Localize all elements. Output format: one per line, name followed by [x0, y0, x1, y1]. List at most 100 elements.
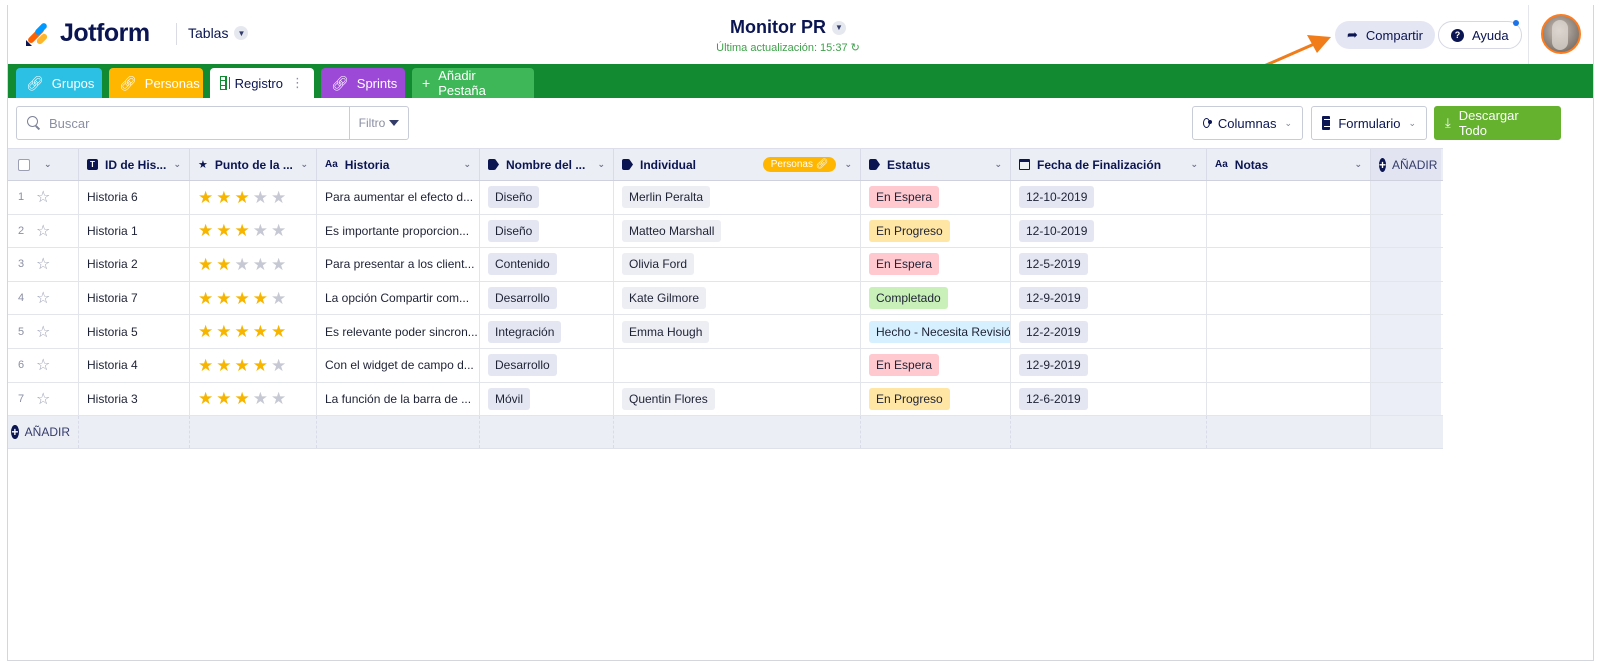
rating-star-icon[interactable]: ★ [198, 256, 213, 273]
search-input[interactable] [49, 115, 339, 131]
table-row[interactable]: 1 ☆ Historia 6 ★ ★ ★ ★ ★ Para aumentar el efecto… [8, 181, 1443, 215]
rating-star-icon[interactable]: ★ [235, 323, 250, 340]
rating-star-icon[interactable]: ★ [253, 390, 268, 407]
nombre-cell[interactable]: Desarrollo [480, 348, 614, 382]
table-row[interactable]: 6 ☆ Historia 4 ★ ★ ★ ★ ★ Con el widget de campo … [8, 348, 1443, 383]
historia-cell[interactable]: Es importante proporcion... [317, 214, 480, 248]
download-all-button[interactable]: ⤓ Descargar Todo [1434, 106, 1561, 140]
nombre-cell[interactable]: Diseño [480, 181, 614, 214]
rating-star-icon[interactable]: ★ [198, 357, 213, 374]
notas-cell[interactable] [1207, 181, 1371, 214]
rating-star-icon[interactable]: ★ [253, 256, 268, 273]
chevron-down-icon[interactable]: ⌄ [300, 159, 308, 170]
notas-cell[interactable] [1207, 382, 1371, 416]
column-header-fecha[interactable]: Fecha de Finalización ⌄ [1011, 149, 1207, 180]
rating-star-icon[interactable]: ★ [253, 290, 268, 307]
table-row[interactable]: 5 ☆ Historia 5 ★ ★ ★ ★ ★ Es relevante poder sinc… [8, 315, 1443, 349]
rating-star-icon[interactable]: ★ [198, 290, 213, 307]
id-cell[interactable]: Historia 1 [79, 214, 190, 248]
chevron-down-icon[interactable]: ⌄ [994, 159, 1002, 170]
estatus-cell[interactable]: En Espera [861, 348, 1011, 382]
fecha-cell[interactable]: 12-5-2019 [1011, 248, 1207, 281]
add-column-button[interactable]: + AÑADIR [1371, 149, 1441, 180]
column-header-notas[interactable]: Aa Notas ⌄ [1207, 149, 1371, 180]
tab-sprints[interactable]: 🔗︎ Sprints [321, 68, 405, 98]
rating-star-icon[interactable]: ★ [271, 390, 286, 407]
estatus-cell[interactable]: En Progreso [861, 214, 1011, 248]
historia-cell[interactable]: Con el widget de campo d... [317, 348, 480, 382]
add-tab-button[interactable]: + Añadir Pestaña [412, 68, 534, 98]
add-row-button[interactable]: + AÑADIR [8, 416, 79, 449]
rating-cell[interactable]: ★ ★ ★ ★ ★ [190, 315, 317, 348]
rating-star-icon[interactable]: ★ [198, 390, 213, 407]
rating-star-icon[interactable]: ★ [216, 290, 231, 307]
rating-star-icon[interactable]: ★ [271, 256, 286, 273]
rating-star-icon[interactable]: ★ [198, 323, 213, 340]
fecha-cell[interactable]: 12-9-2019 [1011, 281, 1207, 315]
help-button[interactable]: ? Ayuda [1438, 20, 1522, 49]
tab-registro[interactable]: Registro ⋮ [210, 68, 314, 98]
form-button[interactable]: Formulario ⌄ [1311, 106, 1427, 140]
estatus-cell[interactable]: En Espera [861, 248, 1011, 281]
tables-dropdown[interactable]: Tablas ▼ [188, 25, 249, 41]
chevron-down-icon[interactable]: ⌄ [1190, 159, 1198, 170]
rating-star-icon[interactable]: ★ [235, 390, 250, 407]
rating-star-icon[interactable]: ★ [271, 357, 286, 374]
rating-star-icon[interactable]: ★ [235, 357, 250, 374]
individual-cell[interactable]: Matteo Marshall [614, 214, 861, 248]
rating-star-icon[interactable]: ★ [198, 222, 213, 239]
id-cell[interactable]: Historia 5 [79, 315, 190, 348]
favorite-star-icon[interactable]: ☆ [36, 221, 50, 241]
historia-cell[interactable]: La opción Compartir com... [317, 281, 480, 315]
nombre-cell[interactable]: Integración [480, 315, 614, 348]
notas-cell[interactable] [1207, 348, 1371, 382]
nombre-cell[interactable]: Desarrollo [480, 281, 614, 315]
historia-cell[interactable]: Es relevante poder sincron... [317, 315, 480, 348]
notas-cell[interactable] [1207, 281, 1371, 315]
individual-cell[interactable]: Merlin Peralta [614, 181, 861, 214]
rating-cell[interactable]: ★ ★ ★ ★ ★ [190, 248, 317, 281]
estatus-cell[interactable]: En Progreso [861, 382, 1011, 416]
id-cell[interactable]: Historia 4 [79, 348, 190, 382]
column-header-id[interactable]: T ID de His... ⌄ [79, 149, 190, 180]
rating-star-icon[interactable]: ★ [271, 222, 286, 239]
rating-star-icon[interactable]: ★ [216, 357, 231, 374]
favorite-star-icon[interactable]: ☆ [36, 322, 50, 342]
notas-cell[interactable] [1207, 315, 1371, 348]
tab-personas[interactable]: 🔗︎ Personas [109, 68, 203, 98]
fecha-cell[interactable]: 12-10-2019 [1011, 214, 1207, 248]
select-all-checkbox[interactable] [18, 158, 30, 171]
rating-star-icon[interactable]: ★ [271, 290, 286, 307]
rating-star-icon[interactable]: ★ [235, 222, 250, 239]
favorite-star-icon[interactable]: ☆ [36, 187, 50, 207]
notas-cell[interactable] [1207, 214, 1371, 248]
rating-cell[interactable]: ★ ★ ★ ★ ★ [190, 181, 317, 214]
nombre-cell[interactable]: Móvil [480, 382, 614, 416]
nombre-cell[interactable]: Contenido [480, 248, 614, 281]
rating-cell[interactable]: ★ ★ ★ ★ ★ [190, 281, 317, 315]
notas-cell[interactable] [1207, 248, 1371, 281]
rating-star-icon[interactable]: ★ [198, 189, 213, 206]
rating-star-icon[interactable]: ★ [216, 222, 231, 239]
column-header-individual[interactable]: Individual Personas 🔗︎ ⌄ [614, 149, 861, 180]
individual-cell[interactable]: Emma Hough [614, 315, 861, 348]
rating-star-icon[interactable]: ★ [253, 323, 268, 340]
favorite-star-icon[interactable]: ☆ [36, 288, 50, 308]
kebab-menu-icon[interactable]: ⋮ [291, 75, 304, 91]
favorite-star-icon[interactable]: ☆ [36, 355, 50, 375]
individual-cell[interactable]: Kate Gilmore [614, 281, 861, 315]
estatus-cell[interactable]: Hecho - Necesita Revisió [861, 315, 1011, 348]
favorite-star-icon[interactable]: ☆ [36, 254, 50, 274]
rating-star-icon[interactable]: ★ [271, 189, 286, 206]
jotform-logo[interactable]: Jotform [24, 19, 150, 48]
historia-cell[interactable]: Para aumentar el efecto d... [317, 181, 480, 214]
user-avatar[interactable] [1541, 14, 1581, 54]
rating-star-icon[interactable]: ★ [235, 290, 250, 307]
fecha-cell[interactable]: 12-9-2019 [1011, 348, 1207, 382]
id-cell[interactable]: Historia 6 [79, 181, 190, 214]
fecha-cell[interactable]: 12-10-2019 [1011, 181, 1207, 214]
favorite-star-icon[interactable]: ☆ [36, 389, 50, 409]
rating-star-icon[interactable]: ★ [235, 256, 250, 273]
nombre-cell[interactable]: Diseño [480, 214, 614, 248]
rating-star-icon[interactable]: ★ [216, 390, 231, 407]
